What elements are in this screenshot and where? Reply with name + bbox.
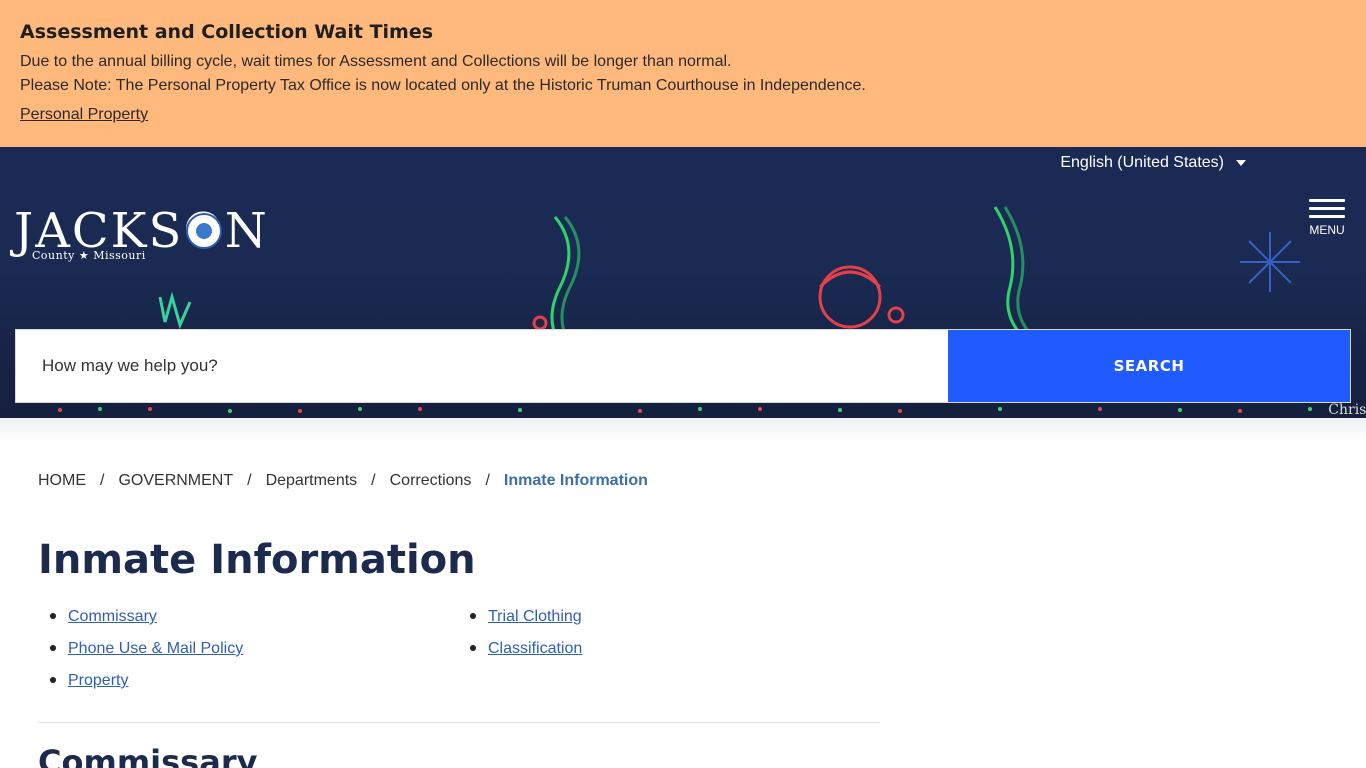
breadcrumb-separator: / [247,472,252,489]
language-selector[interactable]: English (United States) [1060,153,1246,173]
search-button[interactable]: SEARCH [948,330,1350,402]
breadcrumb-corrections[interactable]: Corrections [390,472,472,490]
classification-link[interactable]: Classification [488,640,582,657]
hamburger-icon-bar [1309,215,1345,218]
alert-banner: Assessment and Collection Wait Times Due… [0,0,1366,147]
breadcrumb-home[interactable]: HOME [38,472,86,490]
breadcrumb-separator: / [100,472,105,489]
list-item: Property [38,668,243,700]
breadcrumb-separator: / [371,472,376,489]
breadcrumb-departments[interactable]: Departments [266,472,358,490]
alert-note: Please Note: The Personal Property Tax O… [20,77,866,94]
commissary-link[interactable]: Commissary [68,608,157,625]
search-input[interactable] [16,330,948,402]
link-list-left: Commissary Phone Use & Mail Policy Prope… [38,604,243,700]
section-divider [38,722,880,723]
alert-title: Assessment and Collection Wait Times [20,21,434,43]
hamburger-icon-bar [1309,207,1345,210]
caret-down-icon [1236,160,1246,166]
trial-clothing-link[interactable]: Trial Clothing [488,608,582,625]
hamburger-icon [1309,199,1345,202]
section-title-commissary: Commissary [38,743,258,768]
logo-subtitle: County ★ Missouri [32,249,146,262]
list-item: Phone Use & Mail Policy [38,636,243,668]
breadcrumb: HOME / GOVERNMENT / Departments / Correc… [38,472,648,490]
personal-property-link[interactable]: Personal Property [20,103,148,127]
breadcrumb-government[interactable]: GOVERNMENT [118,472,233,490]
alert-message: Due to the annual billing cycle, wait ti… [20,53,732,70]
breadcrumb-current: Inmate Information [503,472,648,489]
site-search: SEARCH [15,329,1351,403]
phone-mail-policy-link[interactable]: Phone Use & Mail Policy [68,640,243,657]
menu-button[interactable]: MENU [1304,199,1350,243]
county-seal-icon [186,213,222,249]
breadcrumb-separator: / [485,472,490,489]
page-title: Inmate Information [38,537,476,583]
link-list-right: Trial Clothing Classification [458,604,582,668]
header-shadow [0,418,1366,440]
jackson-county-logo[interactable]: JACKSON County ★ Missouri [14,205,267,265]
list-item: Classification [458,636,582,668]
language-label: English (United States) [1060,154,1224,171]
site-header: English (United States) JACKSON County ★… [0,147,1366,418]
menu-label: MENU [1309,223,1345,237]
property-link[interactable]: Property [68,672,128,689]
list-item: Commissary [38,604,243,636]
hero-caption: Christ [1328,402,1366,418]
list-item: Trial Clothing [458,604,582,636]
